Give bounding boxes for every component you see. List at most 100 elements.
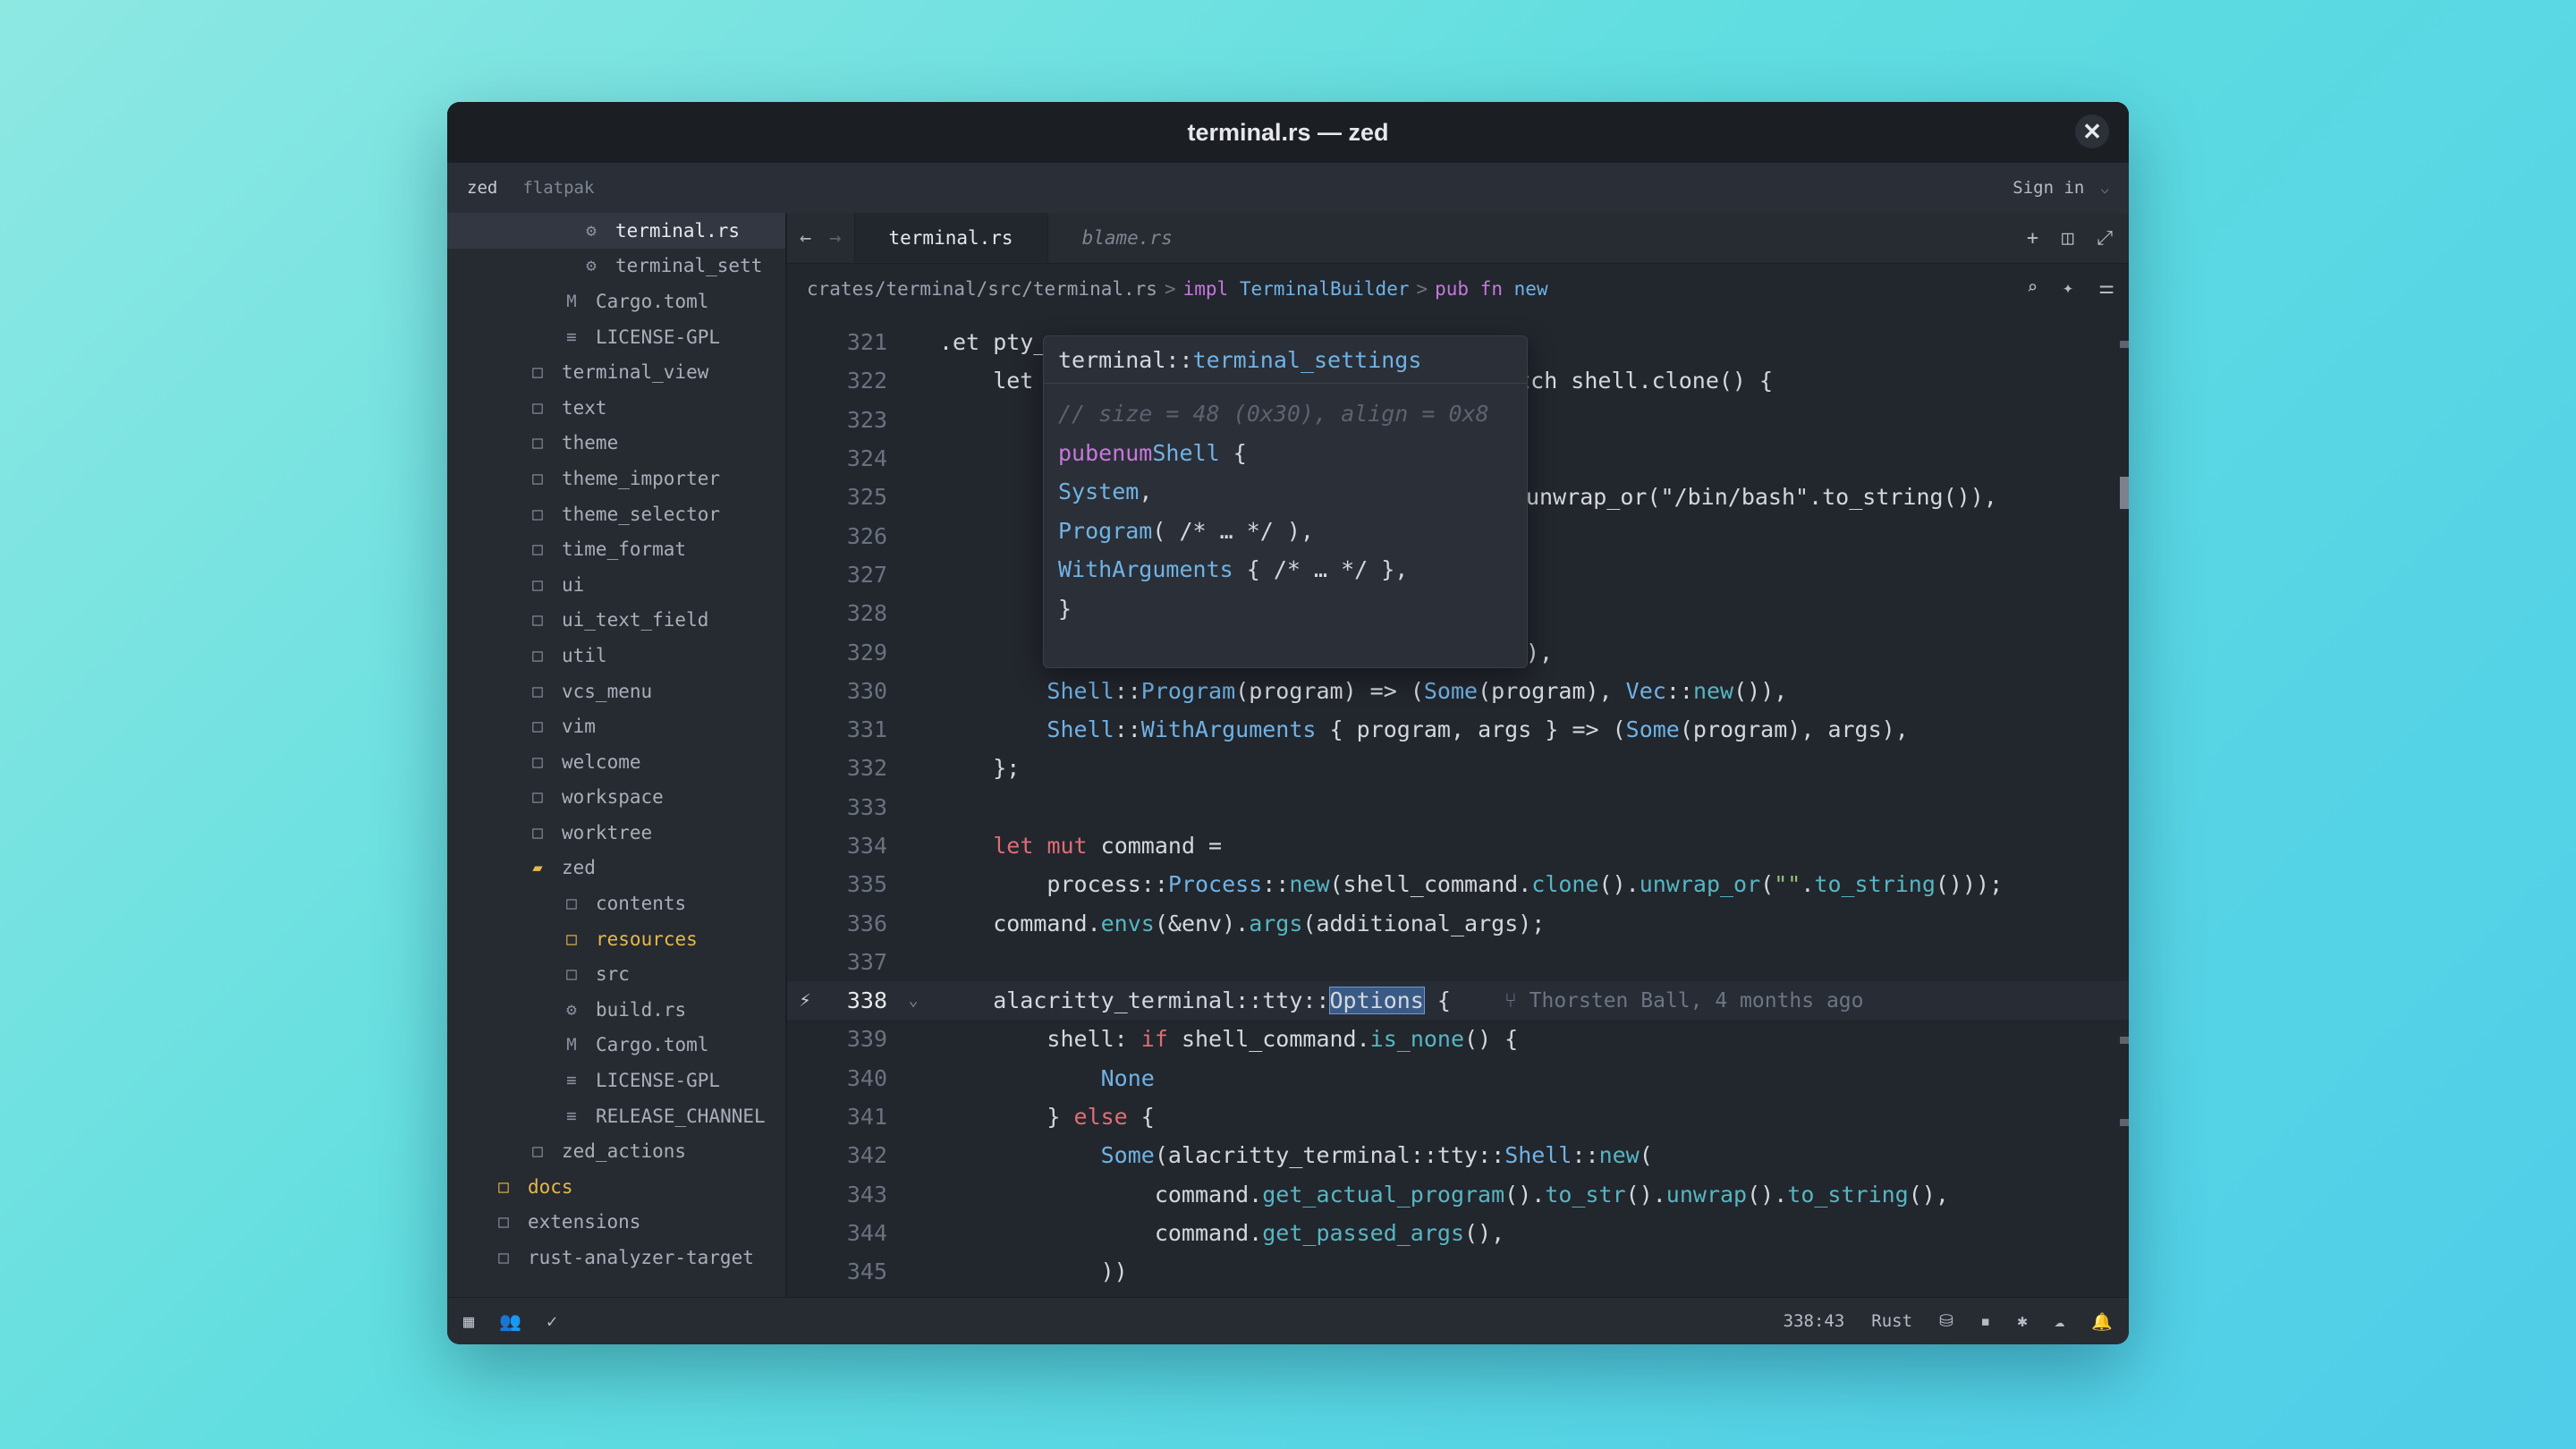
sidebar-item-label: ui xyxy=(562,573,585,596)
code-text: alacritty_terminal::tty::Options { xyxy=(939,987,1451,1015)
sidebar-item-label: theme_importer xyxy=(562,467,721,489)
sidebar-item[interactable]: □ time_format xyxy=(447,531,785,567)
line-number: 324 xyxy=(846,445,887,472)
sidebar-item[interactable]: □ vim xyxy=(447,708,785,744)
tab-terminal-rs[interactable]: terminal.rs xyxy=(853,213,1047,263)
sign-in-button[interactable]: Sign in xyxy=(2012,178,2084,198)
sidebar-item-label: rust-analyzer-target xyxy=(528,1247,754,1269)
database-icon[interactable]: ⛁ xyxy=(1939,1311,1953,1331)
code-text: shell: if shell_command.is_none() { xyxy=(939,1026,1519,1053)
folder-icon: □ xyxy=(532,433,543,453)
sidebar-item-label: welcome xyxy=(562,750,641,773)
sidebar-item[interactable]: □ ui xyxy=(447,567,785,603)
assistant-icon[interactable]: ✱ xyxy=(2017,1311,2027,1331)
code-line: 342 Some(alacritty_terminal::tty::Shell:… xyxy=(787,1136,2129,1174)
sidebar-item[interactable]: □ src xyxy=(447,956,785,992)
title-bar: terminal.rs — zed ✕ xyxy=(447,102,2129,163)
collab-icon[interactable]: 👥 xyxy=(499,1310,521,1332)
folder-icon: □ xyxy=(532,362,543,383)
bell-icon[interactable]: 🔔 xyxy=(2091,1311,2113,1332)
code-line: 331 Shell::WithArguments { program, args… xyxy=(787,710,2129,749)
hover-header: terminal:: terminal_settings xyxy=(1044,336,1527,383)
code-text: command.get_actual_program().to_str().un… xyxy=(939,1181,1949,1208)
sidebar-item[interactable]: □ theme_selector xyxy=(447,496,785,532)
file-icon: ⚙ xyxy=(586,256,597,276)
fold-chevron-icon[interactable]: ⌄ xyxy=(887,991,939,1010)
sidebar-item[interactable]: □ welcome xyxy=(447,744,785,780)
sidebar-item-label: terminal_sett xyxy=(615,255,763,277)
sidebar-item[interactable]: □ theme xyxy=(447,426,785,462)
sidebar-item[interactable]: □ theme_importer xyxy=(447,461,785,496)
line-number: 334 xyxy=(846,833,887,859)
folder-icon: □ xyxy=(532,610,543,631)
hover-popup[interactable]: terminal:: terminal_settings // size = 48… xyxy=(1043,335,1528,668)
assistant-icon[interactable]: ✦ xyxy=(2063,276,2073,298)
sidebar-item[interactable]: M Cargo.toml xyxy=(447,1028,785,1063)
sidebar-item[interactable]: □ vcs_menu xyxy=(447,674,785,709)
sidebar-item[interactable]: □ ui_text_field xyxy=(447,603,785,639)
code-text: Some(alacritty_terminal::tty::Shell::new… xyxy=(1100,1142,1653,1169)
branch-name[interactable]: flatpak xyxy=(522,178,594,198)
sidebar-item[interactable]: ▰ zed xyxy=(447,851,785,886)
line-number: 328 xyxy=(846,600,887,627)
code-line: 341 } else { xyxy=(787,1097,2129,1136)
back-arrow-icon[interactable]: ← xyxy=(800,227,811,250)
terminal-icon[interactable]: ▪ xyxy=(1980,1311,1990,1331)
breadcrumb[interactable]: crates/terminal/src/terminal.rs > impl T… xyxy=(787,264,2129,314)
sidebar-item[interactable]: □ zed_actions xyxy=(447,1133,785,1169)
line-number: 329 xyxy=(846,639,887,665)
lightning-icon[interactable]: ⚡ xyxy=(787,989,823,1012)
line-number: 345 xyxy=(846,1258,887,1285)
sidebar-item[interactable]: ⚙ build.rs xyxy=(447,992,785,1028)
sidebar-item[interactable]: ≡ RELEASE_CHANNEL xyxy=(447,1098,785,1134)
settings-icon[interactable]: ⚌ xyxy=(2098,276,2114,298)
breadcrumb-fn-keyword: pub fn xyxy=(1435,278,1503,300)
sidebar-item[interactable]: ≡ LICENSE-GPL xyxy=(447,319,785,355)
project-name[interactable]: zed xyxy=(467,178,497,198)
language-selector[interactable]: Rust xyxy=(1871,1311,1912,1331)
plus-icon[interactable]: + xyxy=(2027,227,2038,250)
chat-icon[interactable]: ☁ xyxy=(2055,1311,2064,1331)
sidebar-item[interactable]: ⚙ terminal_sett xyxy=(447,249,785,284)
tab-blame-rs[interactable]: blame.rs xyxy=(1046,213,1207,263)
sidebar-item-label: Cargo.toml xyxy=(596,1034,709,1056)
sidebar-item[interactable]: □ extensions xyxy=(447,1205,785,1241)
sidebar-item[interactable]: □ util xyxy=(447,638,785,674)
project-panel-icon[interactable]: ▦ xyxy=(463,1310,474,1332)
sidebar-item-label: time_format xyxy=(562,538,687,561)
folder-icon: □ xyxy=(566,928,577,949)
chevron-down-icon[interactable]: ⌵ xyxy=(2100,180,2109,197)
code-text: } else { xyxy=(939,1104,1155,1131)
sidebar-item-label: ui_text_field xyxy=(562,609,709,631)
sidebar-item[interactable]: □ rust-analyzer-target xyxy=(447,1240,785,1275)
code-area[interactable]: 321 .et pty_o 322 let match shell.clone(… xyxy=(787,314,2129,1298)
code-line: 330 Shell::Program(program) => (Some(pro… xyxy=(787,672,2129,710)
hover-line: WithArguments { /* … */ }, xyxy=(1058,556,1409,583)
sidebar-item-label: workspace xyxy=(562,786,664,809)
sidebar-item[interactable]: □ worktree xyxy=(447,815,785,851)
close-button[interactable]: ✕ xyxy=(2075,114,2109,148)
sidebar-item[interactable]: □ workspace xyxy=(447,780,785,816)
line-number: 327 xyxy=(846,561,887,588)
sidebar-item[interactable]: □ resources xyxy=(447,921,785,957)
inline-blame[interactable]: ⑂ Thorsten Ball, 4 months ago xyxy=(1504,989,1864,1013)
sidebar-item[interactable]: □ docs xyxy=(447,1169,785,1205)
sidebar-item[interactable]: □ text xyxy=(447,390,785,426)
breadcrumb-separator: > xyxy=(1164,278,1176,300)
split-icon[interactable]: ◫ xyxy=(2062,227,2073,250)
scrollbar-thumb[interactable] xyxy=(2120,477,2129,509)
sidebar-item-label: terminal.rs xyxy=(615,219,741,242)
sidebar-item[interactable]: □ terminal_view xyxy=(447,354,785,390)
maximize-icon[interactable]: ⤢ xyxy=(2097,227,2113,250)
sidebar-item[interactable]: ≡ LICENSE-GPL xyxy=(447,1063,785,1098)
forward-arrow-icon[interactable]: → xyxy=(829,227,841,250)
line-number: 337 xyxy=(846,948,887,975)
sidebar-item[interactable]: □ contents xyxy=(447,886,785,921)
cursor-position[interactable]: 338:43 xyxy=(1784,1311,1845,1331)
sidebar-item[interactable]: M Cargo.toml xyxy=(447,284,785,319)
search-icon[interactable]: ⌕ xyxy=(2027,276,2038,298)
folder-icon: □ xyxy=(532,787,543,808)
diagnostics-icon[interactable]: ✓ xyxy=(547,1310,557,1332)
window-title: terminal.rs — zed xyxy=(1187,118,1389,146)
sidebar-item[interactable]: ⚙ terminal.rs xyxy=(447,213,785,249)
